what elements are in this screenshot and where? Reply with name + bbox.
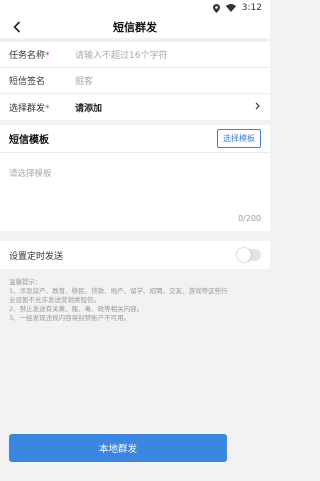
signature-label: 短信签名 [9, 77, 46, 87]
back-icon[interactable] [8, 18, 26, 36]
tips-block: 温馨提示： 1、涉及房产、教育、移民、贷款、地产、留学、招聘、交友、游戏等这些行… [0, 269, 270, 323]
task-name-row[interactable]: 任务名称* 请输入不超过16个字符 [0, 42, 270, 68]
tips-title: 温馨提示： [9, 278, 42, 286]
chevron-right-icon[interactable] [255, 102, 260, 113]
toggle-knob [237, 248, 251, 262]
template-placeholder: 请选择模板 [9, 169, 52, 179]
schedule-toggle[interactable] [237, 248, 261, 262]
local-send-button[interactable]: 本地群发 [9, 434, 227, 462]
required-mark: * [45, 103, 50, 114]
tips-line: 3、一经发现违规内容将封禁账户不可用。 [9, 314, 131, 322]
tips-line: 1、涉及房产、教育、移民、贷款、地产、留学、招聘、交友、游戏等这些行 [9, 287, 228, 295]
template-title: 短信模板 [9, 135, 49, 146]
sms-form: 任务名称* 请输入不超过16个字符 短信签名 掘客 选择群发* 请添加 [0, 42, 270, 120]
page-title: 短信群发 [113, 21, 157, 34]
wifi-icon [225, 4, 236, 12]
required-mark: * [45, 51, 50, 61]
task-name-label: 任务名称* [9, 51, 50, 61]
char-counter: 0/200 [237, 214, 261, 223]
nav-bar: 短信群发 [0, 16, 270, 38]
template-header: 短信模板 选择模板 [0, 125, 270, 153]
task-name-input[interactable]: 请输入不超过16个字符 [75, 48, 167, 61]
tips-line: 业设暂不允许发送营销类短信。 [9, 296, 100, 304]
signature-row: 短信签名 掘客 [0, 68, 270, 94]
template-content[interactable]: 请选择模板 0/200 [0, 153, 270, 231]
status-time: 3:12 [241, 3, 262, 13]
group-select-row[interactable]: 选择群发* 请添加 [0, 94, 270, 120]
signature-value: 掘客 [75, 77, 94, 87]
tips-line: 2、禁止发送有关黄、赌、毒、政等相关内容。 [9, 305, 144, 313]
select-template-button[interactable]: 选择模板 [217, 129, 261, 148]
schedule-label: 设置定时发送 [9, 251, 64, 262]
schedule-row: 设置定时发送 [0, 241, 270, 269]
group-select-value[interactable]: 请添加 [75, 101, 102, 114]
status-bar: 3:12 [0, 0, 270, 16]
location-icon [212, 3, 220, 13]
group-select-label: 选择群发* [9, 103, 50, 114]
